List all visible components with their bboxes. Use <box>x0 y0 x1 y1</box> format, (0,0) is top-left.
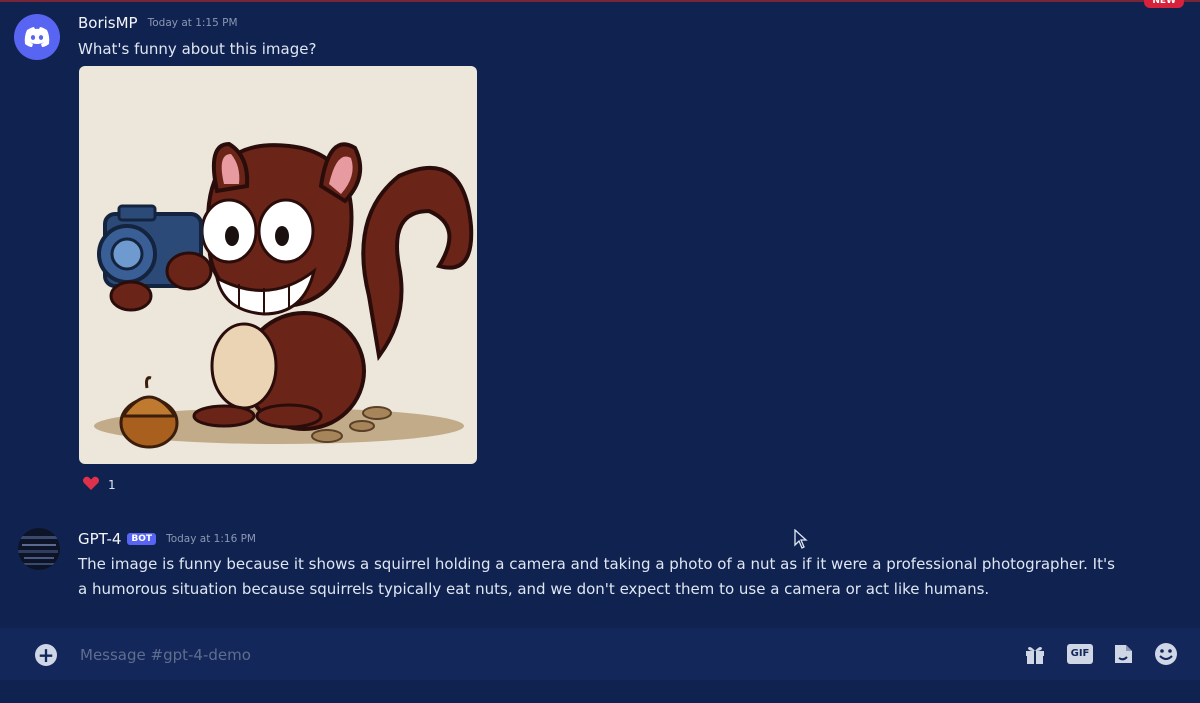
bot-badge: BOT <box>127 533 157 545</box>
gpt-avatar-icon[interactable] <box>18 528 60 570</box>
squirrel-with-camera-image[interactable] <box>79 66 477 464</box>
mouse-cursor-icon <box>794 528 808 553</box>
username[interactable]: GPT-4 <box>78 530 121 548</box>
reaction-button[interactable]: 1 <box>82 475 116 494</box>
timestamp: Today at 1:16 PM <box>166 533 256 545</box>
reaction-count: 1 <box>108 477 116 492</box>
message-header: BorisMP Today at 1:15 PM <box>78 14 238 32</box>
plus-icon[interactable]: + <box>35 644 57 666</box>
timestamp: Today at 1:15 PM <box>147 17 238 29</box>
message-header: GPT-4 BOT Today at 1:16 PM <box>78 530 256 548</box>
username[interactable]: BorisMP <box>78 14 138 32</box>
message-text: The image is funny because it shows a sq… <box>78 552 1115 602</box>
message-line: The image is funny because it shows a sq… <box>78 555 1115 573</box>
sticker-icon[interactable] <box>1111 642 1135 666</box>
message-line: a humorous situation because squirrels t… <box>78 580 990 598</box>
emoji-icon[interactable] <box>1154 642 1178 666</box>
top-divider <box>0 0 1200 2</box>
message-text: What's funny about this image? <box>78 40 317 58</box>
message-input[interactable] <box>78 640 942 670</box>
gif-icon[interactable]: GIF <box>1067 644 1093 664</box>
message-composer: + GIF <box>0 628 1200 680</box>
heart-icon <box>82 475 100 494</box>
gift-icon[interactable] <box>1023 642 1047 666</box>
discord-logo-icon[interactable] <box>14 14 60 60</box>
new-messages-badge[interactable]: NEW <box>1144 0 1184 8</box>
